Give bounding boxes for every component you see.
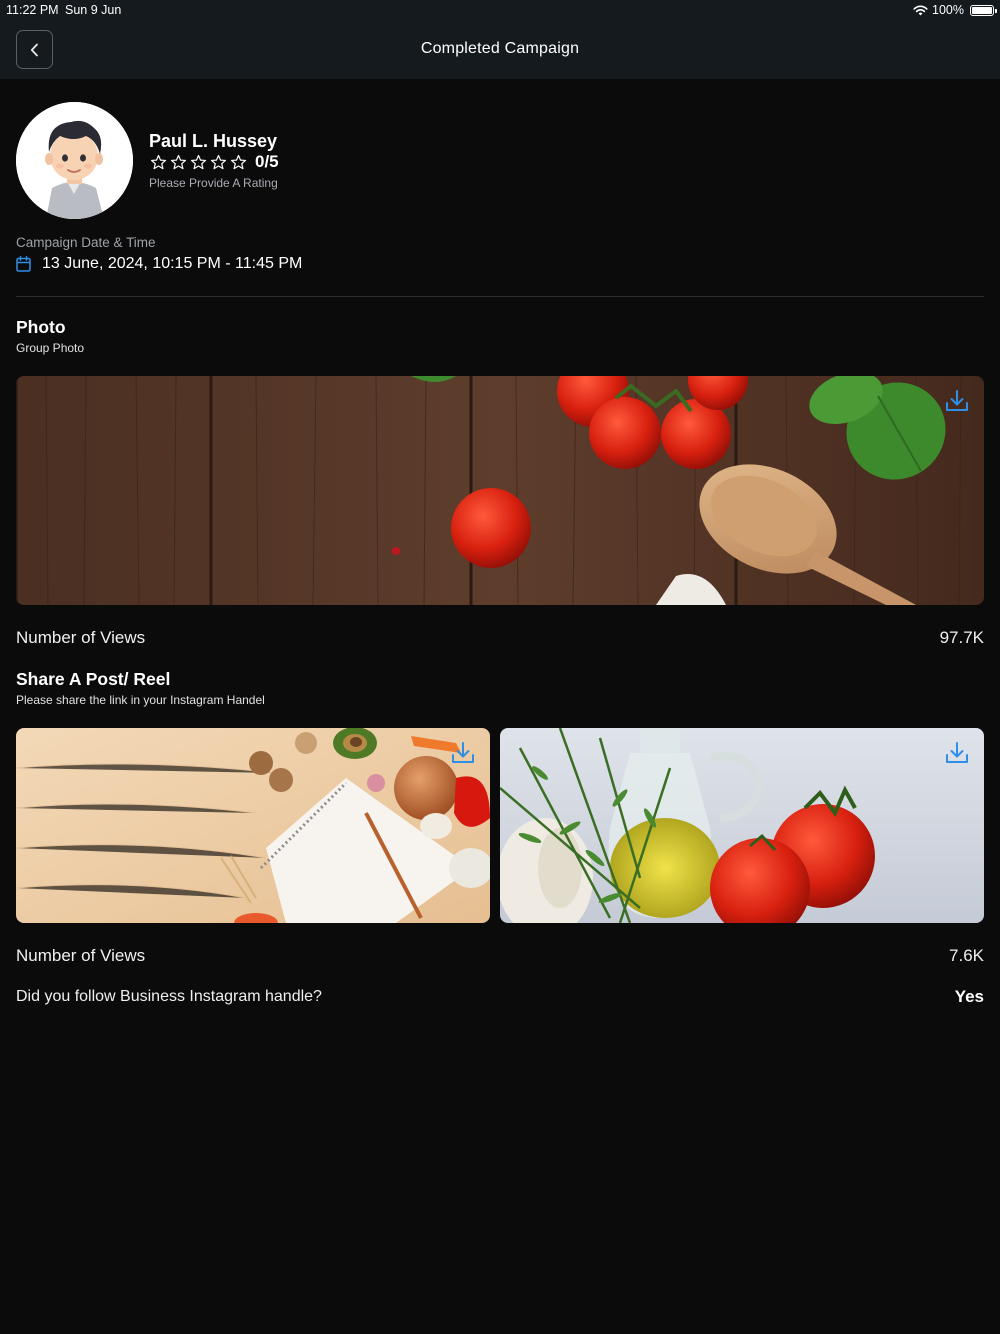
views-label: Number of Views	[16, 946, 146, 965]
avatar	[16, 102, 133, 219]
star-icon[interactable]	[210, 154, 227, 171]
divider	[16, 296, 984, 297]
download-icon[interactable]	[944, 740, 970, 766]
group-photo[interactable]	[16, 376, 984, 605]
navigation-bar: Completed Campaign	[0, 22, 1000, 79]
calendar-icon	[16, 256, 31, 272]
views-label: Number of Views	[16, 628, 146, 647]
photo-section-title: Photo	[16, 317, 66, 337]
campaign-date-label: Campaign Date & Time	[16, 235, 156, 250]
download-icon[interactable]	[450, 740, 476, 766]
status-bar: 11:22 PM Sun 9 Jun 100%	[0, 0, 1000, 22]
campaign-date-row: 13 June, 2024, 10:15 PM - 11:45 PM	[16, 255, 302, 273]
share-section-title: Share A Post/ Reel	[16, 669, 171, 689]
wifi-icon	[913, 5, 928, 15]
status-date: Sun 9 Jun	[65, 3, 122, 17]
status-indicators: 100%	[913, 3, 997, 17]
star-icon[interactable]	[150, 154, 167, 171]
star-icon[interactable]	[230, 154, 247, 171]
download-icon[interactable]	[944, 388, 970, 414]
profile-name: Paul L. Hussey	[149, 131, 278, 151]
views-value: 97.7K	[939, 628, 984, 647]
rating-row: 0/5	[150, 152, 279, 172]
star-icon[interactable]	[170, 154, 187, 171]
rating-value: 0/5	[255, 152, 279, 171]
campaign-date-value: 13 June, 2024, 10:15 PM - 11:45 PM	[42, 255, 303, 272]
share-photo-2[interactable]	[500, 728, 984, 923]
follow-question: Did you follow Business Instagram handle…	[16, 988, 322, 1005]
share-section-subtitle: Please share the link in your Instagram …	[16, 693, 265, 707]
share-photo-1[interactable]	[16, 728, 490, 923]
star-icon[interactable]	[190, 154, 207, 171]
photo-section-subtitle: Group Photo	[16, 341, 85, 355]
battery-icon	[970, 4, 997, 16]
views-value: 7.6K	[949, 946, 984, 965]
rating-hint: Please Provide A Rating	[149, 176, 278, 190]
battery-percentage: 100%	[932, 3, 964, 17]
follow-answer: Yes	[954, 987, 984, 1006]
page-title: Completed Campaign	[420, 40, 580, 57]
status-time: 11:22 PM	[6, 3, 59, 17]
